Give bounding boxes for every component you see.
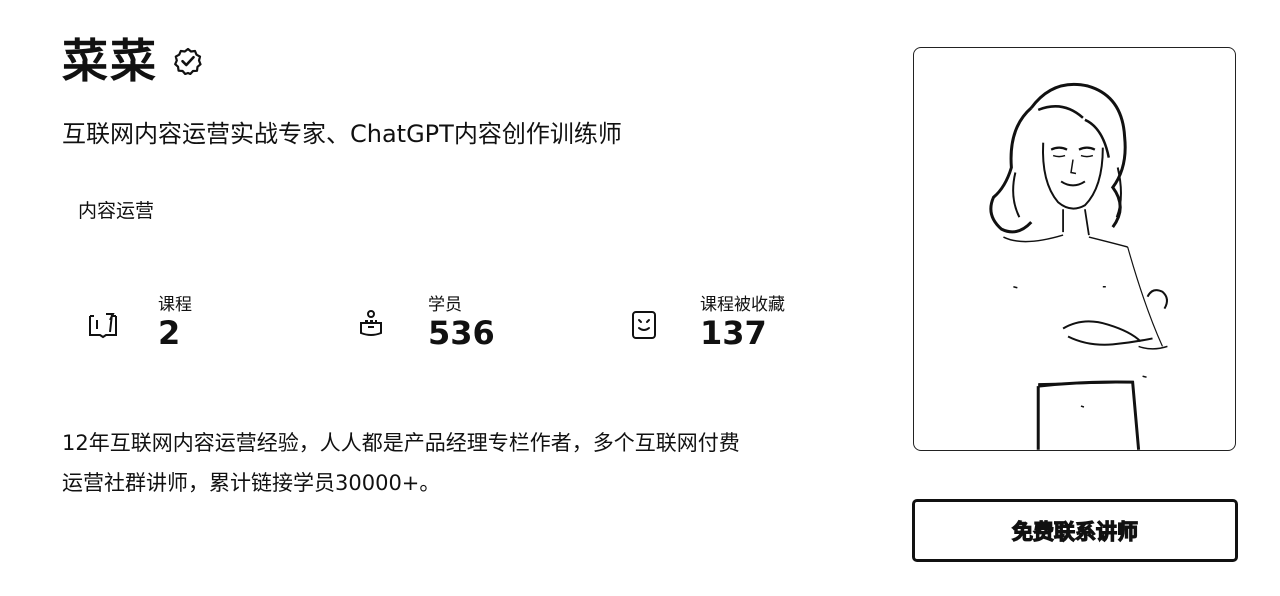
teacher-profile-page: 菜菜 互联网内容运营实战专家、ChatGPT内容创作训练师 内容运营 课程 2	[0, 0, 1280, 596]
teacher-title: 互联网内容运营实战专家、ChatGPT内容创作训练师	[62, 120, 622, 148]
teacher-name: 菜菜	[62, 34, 158, 88]
stat-favorites: 课程被收藏 137	[628, 295, 785, 355]
book-icon	[86, 307, 120, 341]
stat-favorites-label: 课程被收藏	[700, 295, 785, 315]
bio-line-1: 12年互联网内容运营经验，人人都是产品经理专栏作者，多个互联网付费	[62, 431, 740, 455]
bio-line-2: 运营社群讲师，累计链接学员30000+。	[62, 471, 441, 495]
teacher-tag: 内容运营	[78, 200, 155, 222]
teacher-photo	[913, 47, 1236, 451]
stat-students: 学员 536	[356, 295, 495, 355]
stat-students-label: 学员	[428, 295, 462, 315]
teacher-name-row: 菜菜	[62, 38, 202, 84]
stat-favorites-value: 137	[700, 314, 767, 353]
stat-courses: 课程 2	[86, 295, 192, 355]
contact-teacher-button[interactable]: 免费联系讲师	[912, 499, 1238, 562]
verified-badge-icon	[174, 47, 202, 76]
teacher-portrait-sketch	[989, 82, 1168, 450]
stat-students-value: 536	[428, 314, 495, 353]
stat-courses-label: 课程	[158, 295, 192, 315]
favorite-icon	[628, 307, 662, 341]
teacher-bio: 12年互联网内容运营经验，人人都是产品经理专栏作者，多个互联网付费 运营社群讲师…	[62, 423, 842, 503]
stat-courses-value: 2	[158, 314, 181, 353]
student-icon	[356, 307, 390, 341]
